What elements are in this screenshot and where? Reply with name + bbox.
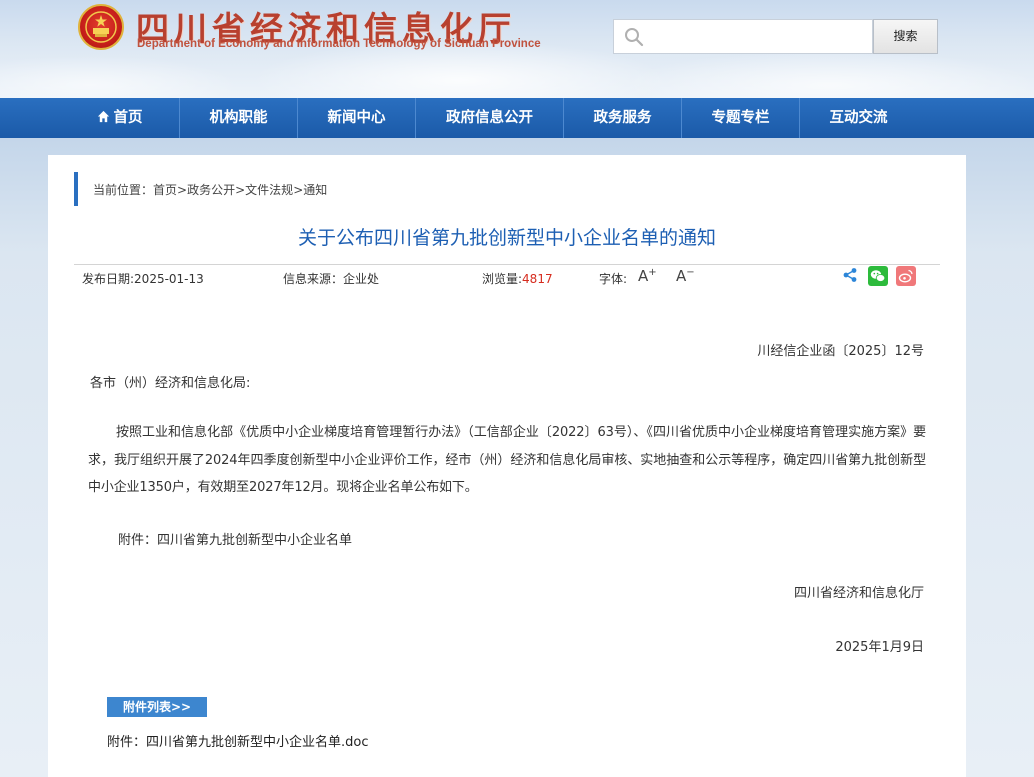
view-count-label: 浏览量: xyxy=(482,272,523,286)
font-decrease-label: A xyxy=(676,267,687,285)
breadcrumb-item-notices[interactable]: 通知 xyxy=(303,183,327,197)
header-cloud-decoration xyxy=(620,50,1034,98)
site-subtitle: Department of Economy and Information Te… xyxy=(137,38,541,50)
attachment-file-link[interactable]: 四川省第九批创新型中小企业名单.doc xyxy=(146,735,369,750)
breadcrumb-item-home[interactable]: 首页 xyxy=(153,183,177,197)
attachments-tab: 附件列表>> xyxy=(107,697,207,717)
nav-item-topics[interactable]: 专题专栏 xyxy=(682,98,799,138)
nav-item-label: 专题专栏 xyxy=(711,110,770,126)
breadcrumb-separator: > xyxy=(293,183,304,197)
document-number: 川经信企业函〔2025〕12号 xyxy=(757,344,924,359)
font-increase-button[interactable]: A+ xyxy=(638,267,657,285)
main-nav: 首页 机构职能 新闻中心 政府信息公开 政务服务 专题专栏 互动交流 xyxy=(0,98,1034,138)
nav-item-label: 新闻中心 xyxy=(327,110,386,126)
search-box[interactable] xyxy=(613,19,873,54)
breadcrumb: 当前位置：首页>政务公开>文件法规>通知 xyxy=(93,181,327,198)
nav-item-news[interactable]: 新闻中心 xyxy=(298,98,415,138)
article-body: 按照工业和信息化部《优质中小企业梯度培育管理暂行办法》（工信部企业〔2022〕6… xyxy=(88,425,926,495)
nav-item-label: 机构职能 xyxy=(209,110,268,126)
view-count: 浏览量:4817 xyxy=(482,270,553,287)
nav-item-interaction[interactable]: 互动交流 xyxy=(800,98,917,138)
search-button[interactable]: 搜索 xyxy=(873,19,938,54)
info-source: 信息来源：企业处 xyxy=(283,272,380,286)
attachment-file-prefix: 附件： xyxy=(107,735,147,750)
publish-date: 发布日期:2025-01-13 xyxy=(82,272,204,286)
nav-item-organization[interactable]: 机构职能 xyxy=(180,98,297,138)
signature: 四川省经济和信息化厅 xyxy=(793,586,924,601)
home-icon xyxy=(97,110,109,123)
weibo-icon[interactable] xyxy=(896,266,916,286)
nav-item-label: 政府信息公开 xyxy=(446,110,533,126)
search-input[interactable] xyxy=(650,24,869,51)
font-increase-label: A xyxy=(638,267,649,285)
breadcrumb-item-gov-affairs[interactable]: 政务公开 xyxy=(187,183,235,197)
font-size-label: 字体: xyxy=(599,272,628,286)
site-header: 四川省经济和信息化厅 Department of Economy and Inf… xyxy=(0,0,1034,98)
breadcrumb-item-regulations[interactable]: 文件法规 xyxy=(245,183,293,197)
attachment-note: 附件：四川省第九批创新型中小企业名单 xyxy=(118,533,353,548)
view-count-value: 4817 xyxy=(522,272,553,286)
wechat-icon[interactable] xyxy=(868,266,888,286)
signature-date: 2025年1月9日 xyxy=(835,640,924,655)
nav-item-label: 互动交流 xyxy=(829,110,888,126)
search-icon xyxy=(625,28,644,47)
breadcrumb-prefix: 当前位置： xyxy=(93,183,154,197)
nav-item-gov-info[interactable]: 政府信息公开 xyxy=(416,98,563,138)
national-emblem-icon xyxy=(78,4,124,50)
article-title: 关于公布四川省第九批创新型中小企业名单的通知 xyxy=(297,227,716,249)
minus-icon: − xyxy=(686,267,695,278)
plus-icon: + xyxy=(648,267,657,278)
salutation: 各市（州）经济和信息化局: xyxy=(90,376,251,391)
attachment-file: 附件：四川省第九批创新型中小企业名单.doc xyxy=(107,731,369,750)
header-cloud-decoration xyxy=(0,55,240,98)
breadcrumb-separator: > xyxy=(177,183,188,197)
nav-item-home[interactable]: 首页 xyxy=(60,98,179,138)
content-panel: 当前位置：首页>政务公开>文件法规>通知 关于公布四川省第九批创新型中小企业名单… xyxy=(48,155,966,777)
share-icon[interactable] xyxy=(842,267,858,283)
font-decrease-button[interactable]: A− xyxy=(676,267,695,285)
breadcrumb-accent-bar xyxy=(74,172,78,206)
meta-divider xyxy=(74,264,940,265)
nav-item-label: 政务服务 xyxy=(593,110,652,126)
nav-item-services[interactable]: 政务服务 xyxy=(564,98,681,138)
nav-item-label: 首页 xyxy=(113,110,143,126)
breadcrumb-separator: > xyxy=(235,183,246,197)
